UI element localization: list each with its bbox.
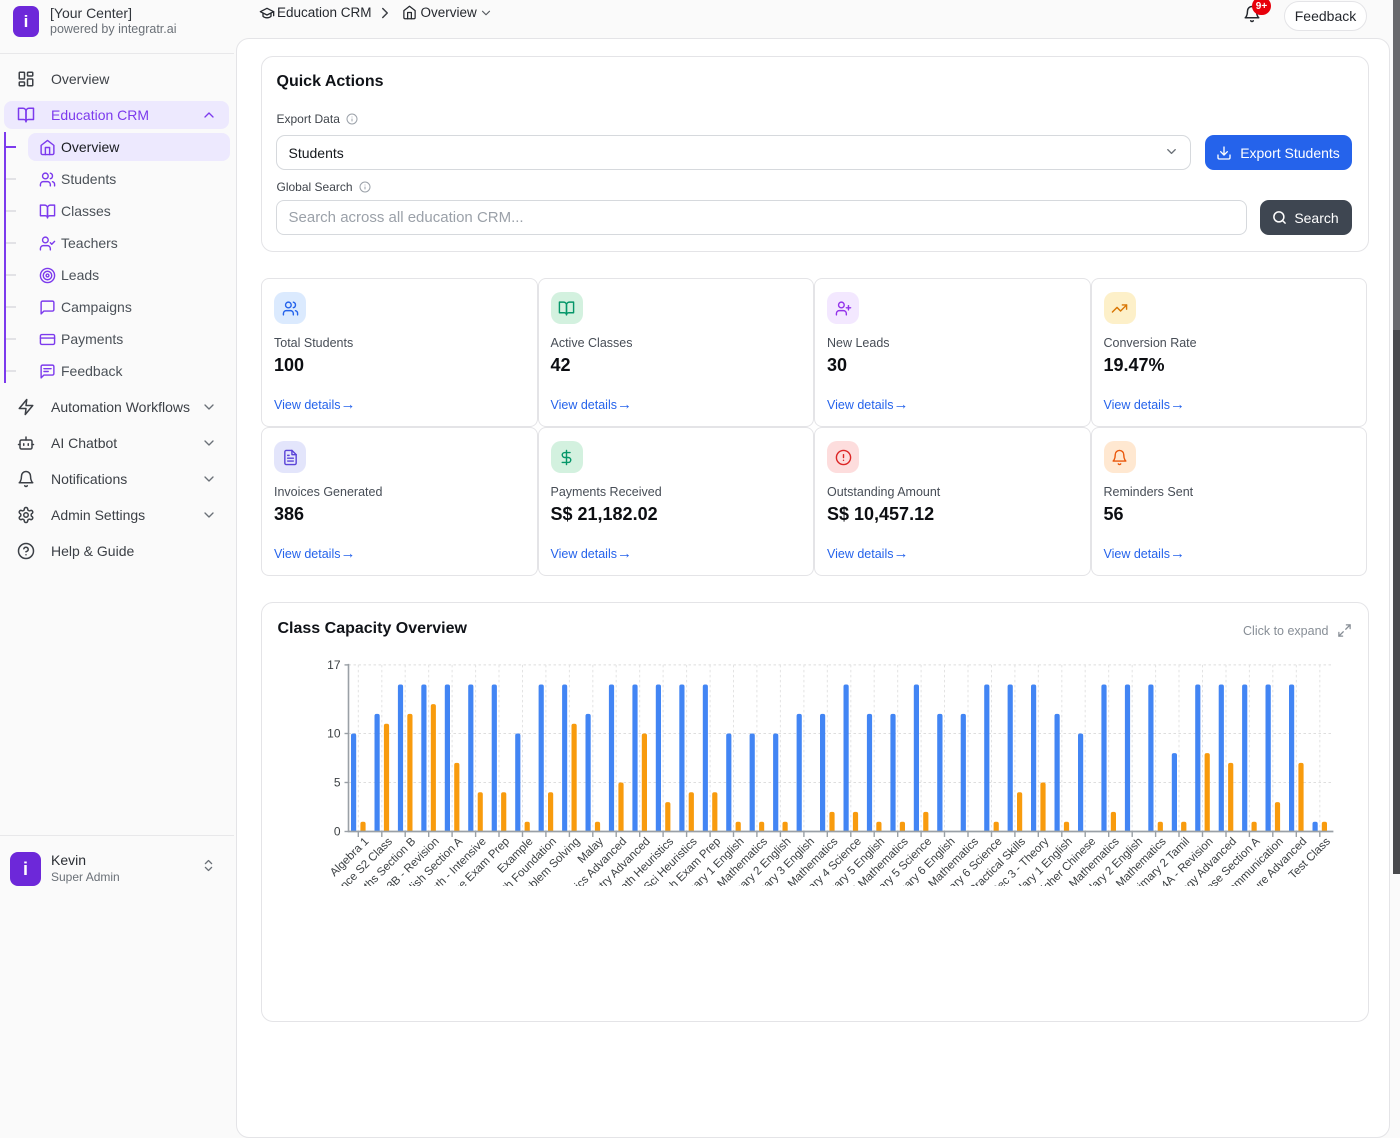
- svg-text:17: 17: [327, 658, 341, 672]
- svg-text:5: 5: [333, 776, 340, 790]
- svg-text:0: 0: [333, 825, 340, 839]
- svg-text:10: 10: [327, 727, 341, 741]
